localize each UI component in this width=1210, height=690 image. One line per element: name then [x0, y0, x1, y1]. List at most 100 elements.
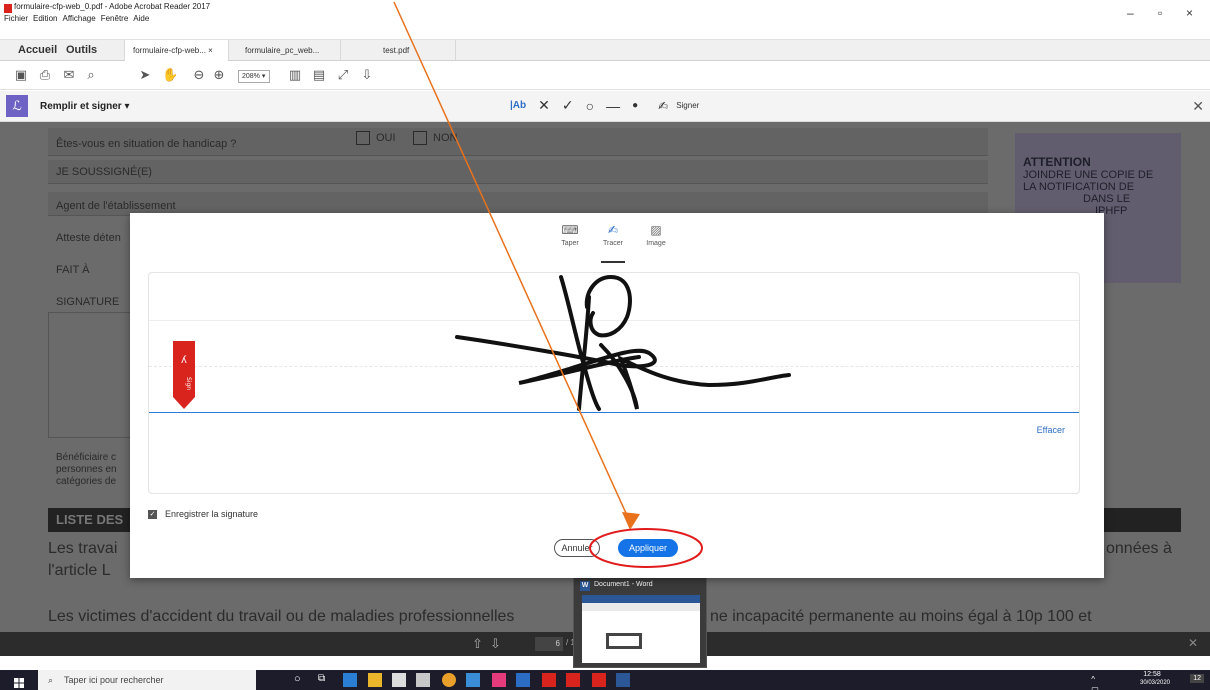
tray-icons[interactable]: ^ ▭ ◁): [1091, 675, 1100, 690]
close-signbar-icon[interactable]: ✕: [1192, 98, 1204, 115]
tab-doc-test[interactable]: test.pdf: [341, 40, 456, 61]
acrobat-icon: [4, 4, 12, 13]
doc-text-victimes: Les victimes d'accident du travail ou de…: [48, 608, 515, 625]
scroll-mode-icon[interactable]: ⇩: [360, 68, 374, 82]
menu-affichage[interactable]: Affichage: [62, 14, 95, 23]
attention-line: JOINDRE UNE COPIE DE: [1023, 169, 1154, 181]
windows-taskbar: ⌕ Taper ici pour rechercher ○ ⧉ ^ ▭ ◁) 1…: [0, 670, 1210, 690]
app-icon[interactable]: [516, 673, 530, 687]
acrobat-taskbar-icon[interactable]: [542, 673, 556, 687]
hand-icon[interactable]: ✋: [162, 68, 178, 82]
cancel-button[interactable]: Annuler: [554, 539, 600, 557]
save-signature-row[interactable]: ✓ Enregistrer la signature: [148, 509, 258, 519]
signature-drawing-canvas[interactable]: ʎ Sign Effacer: [148, 272, 1080, 494]
doc-text-article: l'article L: [48, 562, 111, 579]
dot-tool-icon[interactable]: ●: [632, 100, 638, 111]
fullscreen-icon[interactable]: ⤢: [336, 68, 350, 82]
signer-pen-icon[interactable]: ✍: [658, 99, 668, 113]
tab-accueil[interactable]: Accueil: [18, 44, 57, 56]
notification-badge[interactable]: 12: [1190, 674, 1204, 683]
doc-oui: OUI: [376, 132, 396, 144]
next-page-icon[interactable]: ⇩: [490, 636, 501, 652]
close-pagebar-icon[interactable]: ✕: [1188, 636, 1198, 650]
acrobat-taskbar-icon-3[interactable]: [592, 673, 606, 687]
check-mark-icon[interactable]: ✓: [562, 97, 574, 114]
tab-doc-formulaire-cfp[interactable]: formulaire-cfp-web... ×: [124, 40, 229, 61]
teams-icon[interactable]: [466, 673, 480, 687]
window-title: formulaire-cfp-web_0.pdf - Adobe Acrobat…: [14, 2, 211, 11]
window-titlebar: formulaire-cfp-web_0.pdf - Adobe Acrobat…: [0, 0, 1210, 27]
mail-app-icon[interactable]: [416, 673, 430, 687]
menu-bar: Fichier Edition Affichage Fenêtre Aide: [4, 14, 149, 23]
page-view-icon[interactable]: ▤: [312, 68, 326, 82]
thumbnail-preview: [582, 595, 700, 663]
chrome-icon[interactable]: [442, 673, 456, 687]
clear-signature-link[interactable]: Effacer: [1037, 425, 1065, 435]
checkbox-oui[interactable]: [356, 131, 370, 145]
doc-signature-box: [48, 312, 132, 438]
checkbox-non[interactable]: [413, 131, 427, 145]
cross-mark-icon[interactable]: ✕: [538, 97, 550, 114]
prev-page-icon[interactable]: ⇧: [472, 636, 483, 652]
drawn-signature: [455, 274, 791, 411]
explorer-icon[interactable]: [368, 673, 382, 687]
mode-tab-image[interactable]: ▨ Image: [636, 223, 676, 247]
thumbnail-title: Document1 - Word: [594, 581, 653, 588]
doc-field-row: [48, 160, 988, 184]
select-arrow-icon[interactable]: ➤: [138, 68, 152, 82]
store-icon[interactable]: [392, 673, 406, 687]
tab-doc-formulaire-pc[interactable]: formulaire_pc_web...: [229, 40, 341, 61]
fill-sign-icon: ℒ: [6, 95, 28, 117]
doc-text-victimes-end: ne incapacité permanente au moins égal à…: [710, 608, 1092, 625]
attention-line: LA NOTIFICATION DE: [1023, 181, 1135, 193]
menu-edition[interactable]: Edition: [33, 14, 57, 23]
fill-sign-title[interactable]: Remplir et signer ▾: [40, 101, 130, 112]
signer-label[interactable]: Signer: [676, 101, 699, 110]
save-signature-checkbox[interactable]: ✓: [148, 509, 157, 519]
maximize-button[interactable]: ▫: [1158, 6, 1162, 20]
word-thumbnail-popup[interactable]: W Document1 - Word: [573, 576, 707, 668]
taskbar-search-input[interactable]: ⌕ Taper ici pour rechercher: [38, 670, 256, 690]
zoom-select[interactable]: 208% ▾: [238, 70, 270, 83]
text-field-icon[interactable]: |Ab: [510, 100, 526, 111]
close-window-button[interactable]: ×: [1186, 6, 1193, 20]
word-icon: W: [580, 581, 590, 591]
doc-text-travail: Les travai: [48, 540, 118, 557]
mode-tab-tracer[interactable]: ✍ Tracer: [593, 223, 633, 263]
doc-atteste: Atteste déten: [56, 232, 121, 244]
line-tool-icon[interactable]: —: [606, 98, 620, 114]
attention-title: ATTENTION: [1023, 155, 1091, 169]
tab-outils[interactable]: Outils: [66, 44, 97, 56]
fit-page-icon[interactable]: ▥: [288, 68, 302, 82]
menu-fichier[interactable]: Fichier: [4, 14, 28, 23]
doc-non: NON: [433, 132, 458, 144]
acrobat-taskbar-icon-2[interactable]: [566, 673, 580, 687]
windows-start-icon[interactable]: [14, 675, 24, 688]
task-view-icon[interactable]: ⧉: [318, 673, 332, 687]
word-taskbar-icon[interactable]: [616, 673, 630, 687]
zoom-out-icon[interactable]: ⊖: [192, 68, 206, 82]
doc-personnes: personnes en: [56, 464, 117, 475]
minimize-button[interactable]: –: [1127, 6, 1134, 20]
menu-aide[interactable]: Aide: [133, 14, 149, 23]
tray-date[interactable]: 30/03/2020: [1132, 680, 1178, 686]
edge-icon[interactable]: [343, 673, 357, 687]
mail-icon[interactable]: ✉: [62, 68, 76, 82]
menu-fenetre[interactable]: Fenêtre: [101, 14, 129, 23]
page-number-input[interactable]: 6: [535, 637, 563, 651]
tray-time[interactable]: 12:58: [1132, 671, 1172, 678]
indesign-icon[interactable]: [492, 673, 506, 687]
apply-button[interactable]: Appliquer: [618, 539, 678, 557]
search-icon[interactable]: ⌕: [84, 68, 98, 82]
zoom-in-icon[interactable]: ⊕: [212, 68, 226, 82]
doc-signature: SIGNATURE: [56, 296, 120, 308]
search-icon: ⌕: [48, 675, 54, 685]
doc-beneficiaire: Bénéficiaire c: [56, 452, 117, 463]
circle-tool-icon[interactable]: ○: [586, 98, 594, 114]
print-icon[interactable]: ⎙: [38, 68, 52, 82]
cortana-icon[interactable]: ○: [294, 673, 308, 687]
doc-soussigne: JE SOUSSIGNÉ(E): [56, 166, 152, 178]
save-icon[interactable]: ▣: [14, 68, 28, 82]
mode-tab-taper[interactable]: ⌨ Taper: [550, 223, 590, 247]
doc-text-travail-end: onnées à: [1106, 540, 1172, 557]
